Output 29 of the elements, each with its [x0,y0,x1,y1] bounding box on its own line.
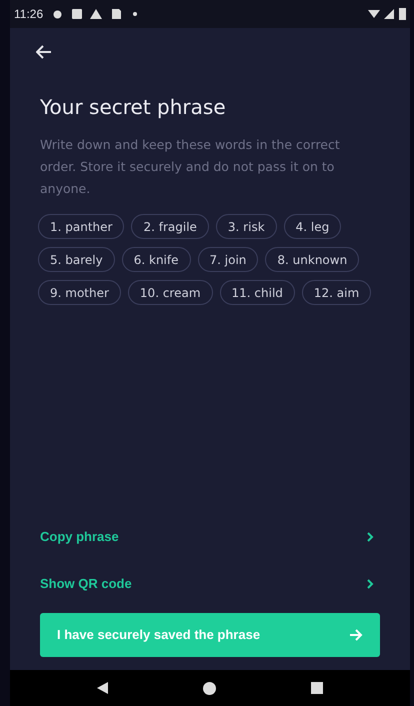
action-link[interactable]: Copy phrase [40,513,380,560]
arrow-right-icon [349,629,363,641]
signal-icon [384,9,394,19]
word-chip: 2. fragile [131,214,209,239]
word-chip: 4. leg [284,214,342,239]
word-chip: 6. knife [122,247,190,272]
overview-square-icon[interactable] [310,682,323,694]
word-chip: 11. child [220,280,295,305]
back-triangle-icon[interactable] [97,682,110,694]
action-link[interactable]: Show QR code [40,560,380,607]
home-circle-icon[interactable] [203,682,216,694]
back-arrow-icon [36,45,52,59]
word-chip: 8. unknown [265,247,360,272]
status-time: 11:26 [14,6,44,23]
page-title: Your secret phrase [40,94,227,121]
chevron-right-icon [366,578,374,588]
battery-icon [399,8,406,20]
dot-icon [133,12,138,16]
chevron-right-icon [366,532,374,542]
word-chip: 1. panther [38,214,124,239]
wifi-icon [368,10,380,18]
word-chip: 5. barely [38,247,115,272]
word-chip: 7. join [198,247,258,272]
word-chip: 10. cream [128,280,213,305]
description: Write down and keep these words in the correct order. Store it securely and do not pass it on to anyone. [40,136,341,198]
word-chip: 9. mother [38,280,121,305]
word-chip: 12. aim [302,280,372,305]
warning-icon [90,9,102,19]
word-chip: 3. risk [216,214,277,239]
